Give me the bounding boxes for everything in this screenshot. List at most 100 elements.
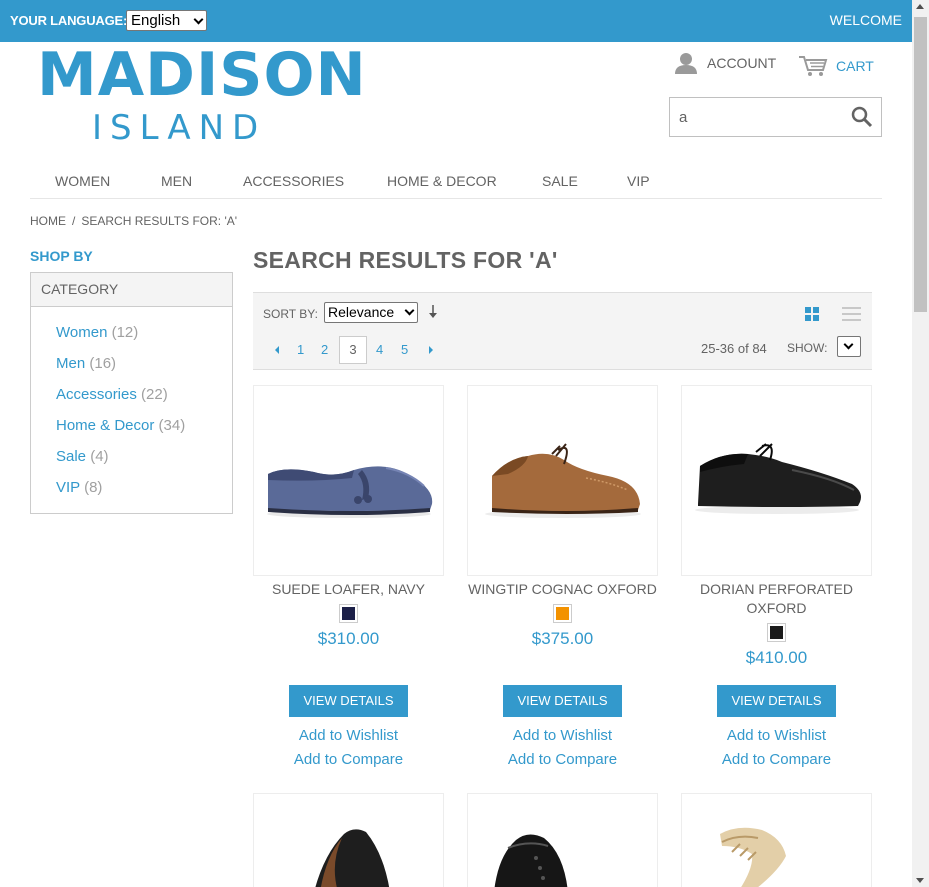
view-details-button[interactable]: VIEW DETAILS [289,685,408,717]
previous-page-icon[interactable] [275,346,279,354]
cart-label: CART [836,58,874,74]
search-input-value: a [679,109,688,126]
main-nav: WOMEN MEN ACCESSORIES HOME & DECOR SALE … [30,163,882,199]
nav-item-women[interactable]: WOMEN [55,173,110,189]
view-details-button[interactable]: VIEW DETAILS [503,685,622,717]
list-view-icon[interactable] [842,306,861,321]
color-swatch[interactable] [767,623,786,642]
category-item[interactable]: Men (16) [56,355,116,372]
nav-item-vip[interactable]: VIP [627,173,650,189]
logo-main[interactable]: MADISON [37,40,367,110]
category-count: (12) [111,324,139,341]
sort-by-select[interactable]: Relevance [324,302,418,323]
category-count: (8) [84,479,103,496]
show-limit-select[interactable] [837,336,861,357]
sort-by-label: SORT BY: [263,307,318,321]
account-label: ACCOUNT [707,55,777,71]
chevron-down-icon [404,305,415,316]
oxford-shoe-image [485,443,641,518]
product-image[interactable] [681,385,872,576]
page-scrollbar[interactable] [912,0,929,887]
language-label: YOUR LANGUAGE: [10,13,128,28]
category-name: Accessories [56,386,137,403]
logo-sub[interactable]: ISLAND [92,108,266,148]
view-details-button[interactable]: VIEW DETAILS [717,685,836,717]
search-input[interactable]: a [669,97,882,137]
color-swatch[interactable] [553,604,572,623]
shoe-image [494,834,568,887]
scroll-down-icon[interactable] [916,878,924,883]
category-name: Home & Decor [56,417,155,434]
user-icon [675,53,697,74]
shop-by-heading: SHOP BY [30,248,93,264]
category-item[interactable]: Accessories (22) [56,386,168,403]
page-link[interactable]: 1 [297,342,304,357]
product-card: SUEDE LOAFER, NAVY $310.00 VIEW DETAILS … [253,385,444,785]
add-to-compare-link[interactable]: Add to Compare [467,751,658,768]
product-card [681,793,872,887]
color-swatch[interactable] [339,604,358,623]
category-name: VIP [56,479,80,496]
category-filter-title[interactable]: CATEGORY [31,273,232,307]
product-name[interactable]: WINGTIP COGNAC OXFORD [467,580,658,599]
category-item[interactable]: Sale (4) [56,448,109,465]
category-item[interactable]: Women (12) [56,324,138,341]
chevron-down-icon [843,339,854,350]
breadcrumb-current: SEARCH RESULTS FOR: 'A' [81,214,238,228]
loafer-image [267,466,433,518]
breadcrumb-home[interactable]: HOME [30,214,66,228]
swatch-fill [342,607,355,620]
add-to-wishlist-link[interactable]: Add to Wishlist [467,727,658,744]
nav-item-home-decor[interactable]: HOME & DECOR [387,173,497,189]
category-count: (4) [90,448,109,465]
scroll-up-icon[interactable] [916,4,924,9]
category-filter: CATEGORY Women (12) Men (16) Accessories… [30,272,233,514]
breadcrumb: HOME / SEARCH RESULTS FOR: 'A' [30,214,237,228]
chevron-down-icon [193,14,204,25]
category-name: Men [56,355,86,372]
add-to-wishlist-link[interactable]: Add to Wishlist [253,727,444,744]
page-link[interactable]: 2 [321,342,328,357]
category-item[interactable]: VIP (8) [56,479,102,496]
page-link[interactable]: 4 [376,342,383,357]
product-name[interactable]: SUEDE LOAFER, NAVY [253,580,444,599]
add-to-wishlist-link[interactable]: Add to Wishlist [681,727,872,744]
cart-icon [799,56,828,76]
product-card: WINGTIP COGNAC OXFORD $375.00 VIEW DETAI… [467,385,658,785]
shoe-image [315,829,390,887]
product-image[interactable] [467,793,658,887]
product-card: DORIAN PERFORATED OXFORD $410.00 VIEW DE… [681,385,872,785]
nav-item-accessories[interactable]: ACCESSORIES [243,173,344,189]
product-image[interactable] [253,793,444,887]
product-card [467,793,658,887]
product-name[interactable]: DORIAN PERFORATED OXFORD [681,580,872,618]
sort-direction-icon[interactable] [429,305,437,319]
category-count: (22) [141,386,168,403]
shoe-image [720,827,786,887]
next-page-icon[interactable] [429,346,433,354]
product-image[interactable] [253,385,444,576]
top-bar: YOUR LANGUAGE: English WELCOME [0,0,912,42]
add-to-compare-link[interactable]: Add to Compare [681,751,872,768]
category-item[interactable]: Home & Decor (34) [56,417,185,434]
product-price: $375.00 [531,629,594,648]
product-price: $310.00 [317,629,380,648]
welcome-text: WELCOME [829,12,902,28]
search-icon[interactable] [851,106,873,128]
show-label: SHOW: [787,341,828,355]
nav-item-sale[interactable]: SALE [542,173,578,189]
category-count: (34) [158,417,186,434]
product-image[interactable] [681,793,872,887]
page-link[interactable]: 5 [401,342,408,357]
product-card [253,793,444,887]
results-toolbar: SORT BY: Relevance 1 2 3 4 5 25-36 of 84… [253,292,872,370]
results-count: 25-36 of 84 [701,341,767,356]
language-select-value: English [131,12,181,29]
add-to-compare-link[interactable]: Add to Compare [253,751,444,768]
swatch-fill [556,607,569,620]
grid-view-icon[interactable] [805,307,819,321]
language-select[interactable]: English [126,10,207,31]
scrollbar-thumb[interactable] [914,17,927,312]
nav-item-men[interactable]: MEN [161,173,192,189]
product-image[interactable] [467,385,658,576]
